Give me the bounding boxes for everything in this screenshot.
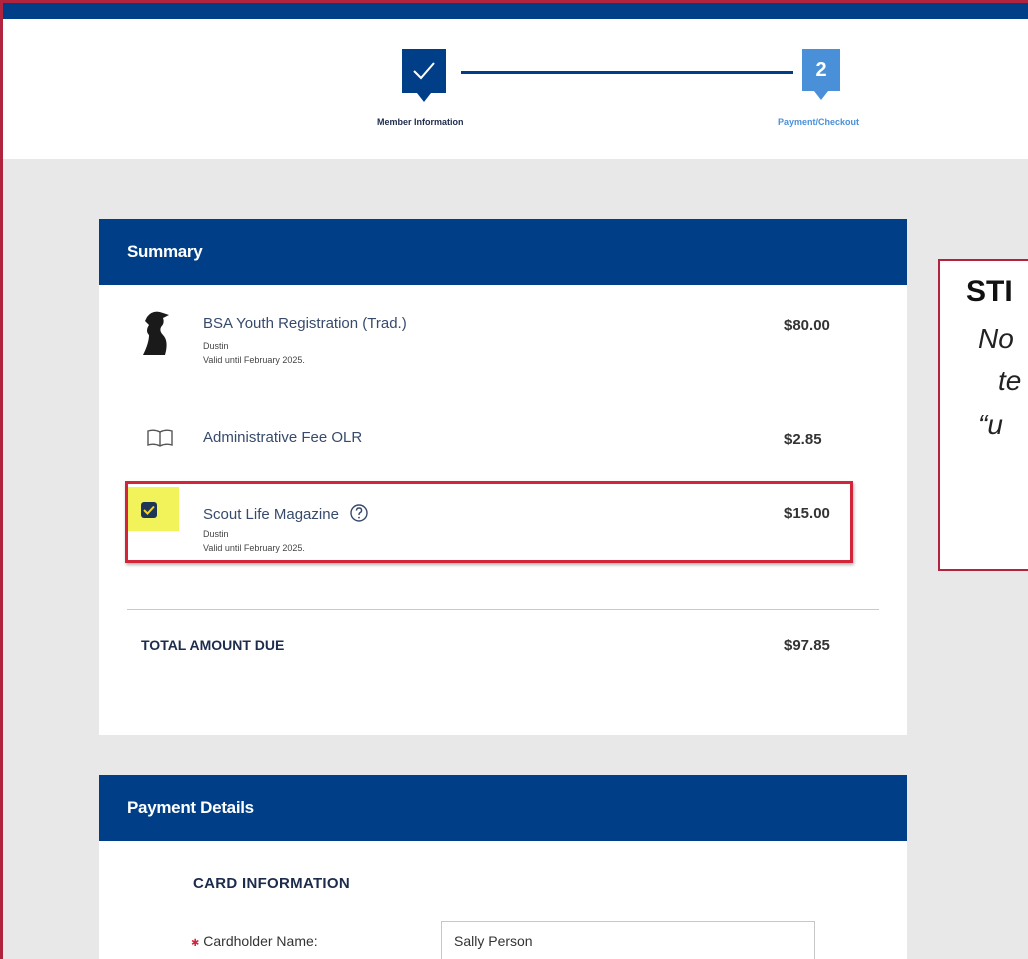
card-information-title: CARD INFORMATION xyxy=(193,875,351,892)
callout-line-3: “u xyxy=(978,409,1003,440)
top-bar xyxy=(3,3,1028,19)
step-number: 2 xyxy=(815,58,827,81)
step-member-information-marker[interactable] xyxy=(402,49,446,102)
step-payment-checkout-label[interactable]: Payment/Checkout xyxy=(778,117,859,127)
total-amount-value: $97.85 xyxy=(784,637,830,654)
required-asterisk: ✱ xyxy=(191,938,200,949)
scout-life-highlight-box xyxy=(125,481,853,563)
cardholder-name-label-text: Cardholder Name: xyxy=(203,933,318,949)
summary-header: Summary xyxy=(99,219,907,285)
callout-line-1: No xyxy=(978,323,1014,354)
scout-silhouette-icon xyxy=(143,311,169,355)
item-member-name: Dustin xyxy=(203,341,229,351)
stepper-connector xyxy=(461,71,793,74)
payment-details-header: Payment Details xyxy=(99,775,907,841)
screenshot-frame: 2 Member Information Payment/Checkout Su… xyxy=(0,0,1028,959)
total-amount-label: TOTAL AMOUNT DUE xyxy=(141,637,285,653)
item-title: BSA Youth Registration (Trad.) xyxy=(203,315,407,332)
item-price: $80.00 xyxy=(784,317,830,334)
cardholder-name-label: ✱ Cardholder Name: xyxy=(191,933,318,949)
item-title: Administrative Fee OLR xyxy=(203,429,363,446)
step-payment-checkout-marker[interactable]: 2 xyxy=(802,49,840,100)
cardholder-name-input[interactable] xyxy=(441,921,815,959)
progress-stepper: 2 Member Information Payment/Checkout xyxy=(3,19,1028,159)
callout-line-2: te xyxy=(998,365,1022,396)
instruction-callout: STI No te “u xyxy=(938,259,1028,571)
payment-details-card: Payment Details CARD INFORMATION ✱ Cardh… xyxy=(99,775,907,959)
item-price: $2.85 xyxy=(784,431,822,448)
summary-divider xyxy=(127,609,879,610)
callout-title: STI xyxy=(966,275,1013,308)
step-member-information-label[interactable]: Member Information xyxy=(377,117,464,127)
checkmark-icon xyxy=(413,62,435,80)
summary-card: Summary BSA Youth Registration (Trad.) D… xyxy=(99,219,907,735)
book-icon xyxy=(147,429,173,447)
item-validity: Valid until February 2025. xyxy=(203,355,305,365)
